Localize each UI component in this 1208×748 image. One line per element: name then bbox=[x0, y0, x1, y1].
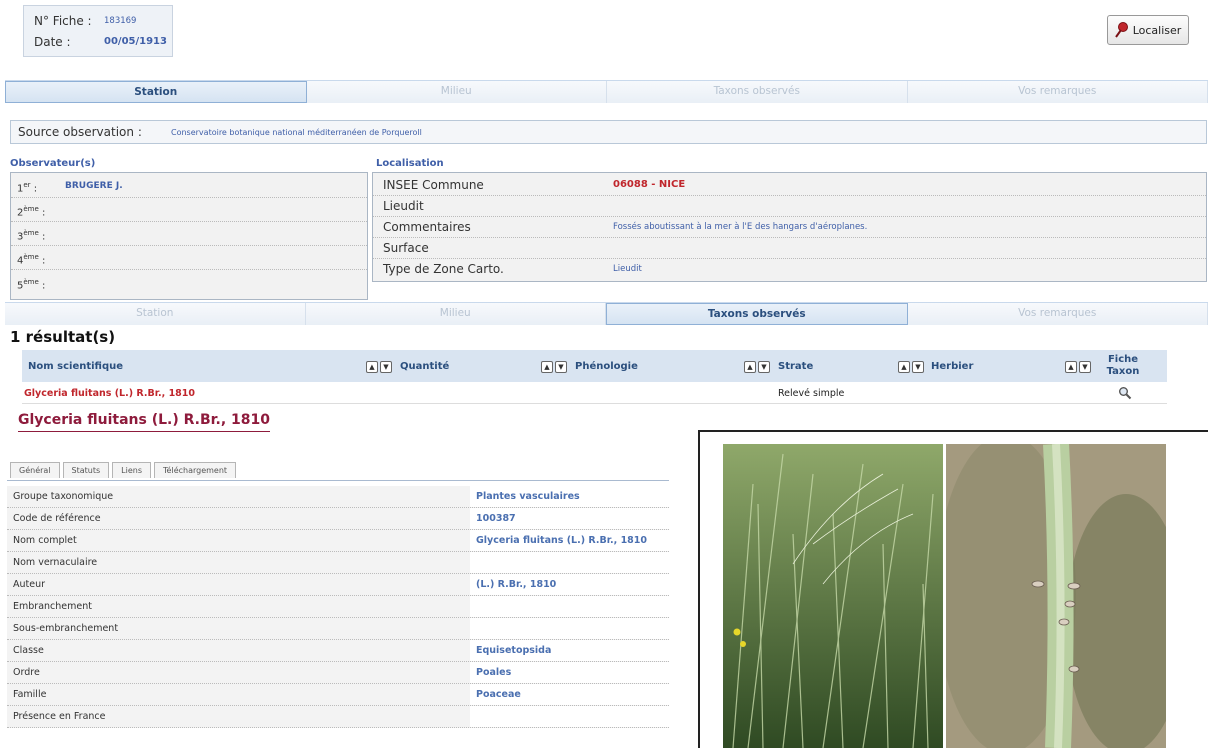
header-strate[interactable]: Strate bbox=[778, 361, 813, 372]
localiser-button[interactable]: Localiser bbox=[1107, 15, 1189, 45]
localisation-row: Type de Zone Carto. Lieudit bbox=[373, 258, 1206, 279]
localiser-label: Localiser bbox=[1133, 24, 1182, 37]
subtab-telechargement[interactable]: Téléchargement bbox=[154, 462, 236, 478]
zone-carto-value: Lieudit bbox=[613, 264, 642, 274]
magnifier-icon[interactable] bbox=[1118, 386, 1132, 400]
plant-photo-right bbox=[946, 444, 1166, 748]
results-header: Nom scientifique ▲▼ Quantité ▲▼ Phénolog… bbox=[22, 350, 1167, 382]
date-value: 00/05/1913 bbox=[104, 36, 167, 47]
sort-down-icon[interactable]: ▼ bbox=[758, 361, 770, 373]
sort-down-icon[interactable]: ▼ bbox=[912, 361, 924, 373]
sort-up-icon[interactable]: ▲ bbox=[1065, 361, 1077, 373]
source-label: Source observation : bbox=[18, 125, 142, 139]
header-quantite[interactable]: Quantité bbox=[400, 361, 449, 372]
sort-up-icon[interactable]: ▲ bbox=[541, 361, 553, 373]
fiche-info-box: N° Fiche : 183169 Date : 00/05/1913 bbox=[23, 5, 173, 57]
observateurs-heading: Observateur(s) bbox=[10, 158, 95, 169]
taxon-detail-table: Groupe taxonomiquePlantes vasculaires Co… bbox=[7, 480, 669, 728]
observateurs-panel: 1er : BRUGERE J. 2ème : 3ème : 4ème : 5è… bbox=[10, 172, 368, 300]
localisation-heading: Localisation bbox=[376, 158, 444, 169]
table-row[interactable]: Glyceria fluitans (L.) R.Br., 1810 Relev… bbox=[22, 383, 1167, 404]
subtab-statuts[interactable]: Statuts bbox=[63, 462, 110, 478]
detail-row: Auteur(L.) R.Br., 1810 bbox=[7, 574, 669, 596]
header-fiche-taxon: Fiche Taxon bbox=[1092, 354, 1154, 378]
observateur-value: BRUGERE J. bbox=[65, 181, 123, 191]
tab-vos-remarques[interactable]: Vos remarques bbox=[908, 81, 1208, 103]
localisation-row: Surface bbox=[373, 237, 1206, 259]
detail-row: Nom completGlyceria fluitans (L.) R.Br.,… bbox=[7, 530, 669, 552]
result-count: 1 résultat(s) bbox=[10, 328, 115, 346]
taxon-photo-frame bbox=[698, 430, 1208, 748]
tabs-top: Station Milieu Taxons observés Vos remar… bbox=[5, 80, 1208, 103]
commentaires-value: Fossés aboutissant à la mer à l'E des ha… bbox=[613, 222, 867, 232]
insee-commune-value: 06088 - NICE bbox=[613, 179, 685, 190]
fiche-number-value: 183169 bbox=[104, 16, 136, 26]
detail-row: Présence en France bbox=[7, 706, 669, 728]
source-observation: Source observation : Conservatoire botan… bbox=[10, 120, 1207, 144]
localisation-panel: INSEE Commune 06088 - NICE Lieudit Comme… bbox=[372, 172, 1207, 282]
tab-milieu[interactable]: Milieu bbox=[306, 303, 607, 325]
taxon-title: Glyceria fluitans (L.) R.Br., 1810 bbox=[18, 412, 270, 432]
sort-down-icon[interactable]: ▼ bbox=[1079, 361, 1091, 373]
detail-row: Code de référence100387 bbox=[7, 508, 669, 530]
date-label: Date : bbox=[34, 35, 71, 49]
sort-down-icon[interactable]: ▼ bbox=[555, 361, 567, 373]
detail-row: Embranchement bbox=[7, 596, 669, 618]
header-phenologie[interactable]: Phénologie bbox=[575, 361, 638, 372]
observateur-row: 5ème : bbox=[11, 273, 367, 294]
header-herbier[interactable]: Herbier bbox=[931, 361, 973, 372]
localisation-row: Lieudit bbox=[373, 195, 1206, 217]
detail-row: Groupe taxonomiquePlantes vasculaires bbox=[7, 486, 669, 508]
tab-vos-remarques[interactable]: Vos remarques bbox=[908, 303, 1208, 325]
tab-taxons-observes[interactable]: Taxons observés bbox=[606, 303, 908, 325]
detail-row: FamillePoaceae bbox=[7, 684, 669, 706]
cell-strate: Relevé simple bbox=[778, 388, 844, 399]
tab-station[interactable]: Station bbox=[5, 81, 307, 103]
localisation-row: INSEE Commune 06088 - NICE bbox=[373, 174, 1206, 196]
observateur-row: 1er : BRUGERE J. bbox=[11, 176, 367, 198]
tab-station[interactable]: Station bbox=[5, 303, 306, 325]
observateur-row: 3ème : bbox=[11, 224, 367, 246]
taxon-subtabs: Général Statuts Liens Téléchargement bbox=[10, 462, 236, 478]
detail-row: Nom vernaculaire bbox=[7, 552, 669, 574]
subtab-liens[interactable]: Liens bbox=[112, 462, 151, 478]
subtab-general[interactable]: Général bbox=[10, 462, 60, 478]
plant-photo-left bbox=[723, 444, 943, 748]
sort-up-icon[interactable]: ▲ bbox=[898, 361, 910, 373]
detail-row: OrdrePoales bbox=[7, 662, 669, 684]
sort-down-icon[interactable]: ▼ bbox=[380, 361, 392, 373]
sort-up-icon[interactable]: ▲ bbox=[744, 361, 756, 373]
cell-nom-scientifique[interactable]: Glyceria fluitans (L.) R.Br., 1810 bbox=[24, 388, 195, 399]
tabs-bottom: Station Milieu Taxons observés Vos remar… bbox=[5, 302, 1208, 325]
observateur-row: 2ème : bbox=[11, 200, 367, 222]
map-pin-icon bbox=[1115, 22, 1129, 38]
localisation-row: Commentaires Fossés aboutissant à la mer… bbox=[373, 216, 1206, 238]
tab-milieu[interactable]: Milieu bbox=[307, 81, 608, 103]
detail-row: ClasseEquisetopsida bbox=[7, 640, 669, 662]
detail-row: Sous-embranchement bbox=[7, 618, 669, 640]
fiche-number-label: N° Fiche : bbox=[34, 14, 92, 28]
observateur-row: 4ème : bbox=[11, 248, 367, 270]
header-nom-scientifique[interactable]: Nom scientifique bbox=[28, 361, 123, 372]
tab-taxons-observes[interactable]: Taxons observés bbox=[607, 81, 908, 103]
source-value: Conservatoire botanique national méditer… bbox=[171, 128, 422, 137]
sort-up-icon[interactable]: ▲ bbox=[366, 361, 378, 373]
